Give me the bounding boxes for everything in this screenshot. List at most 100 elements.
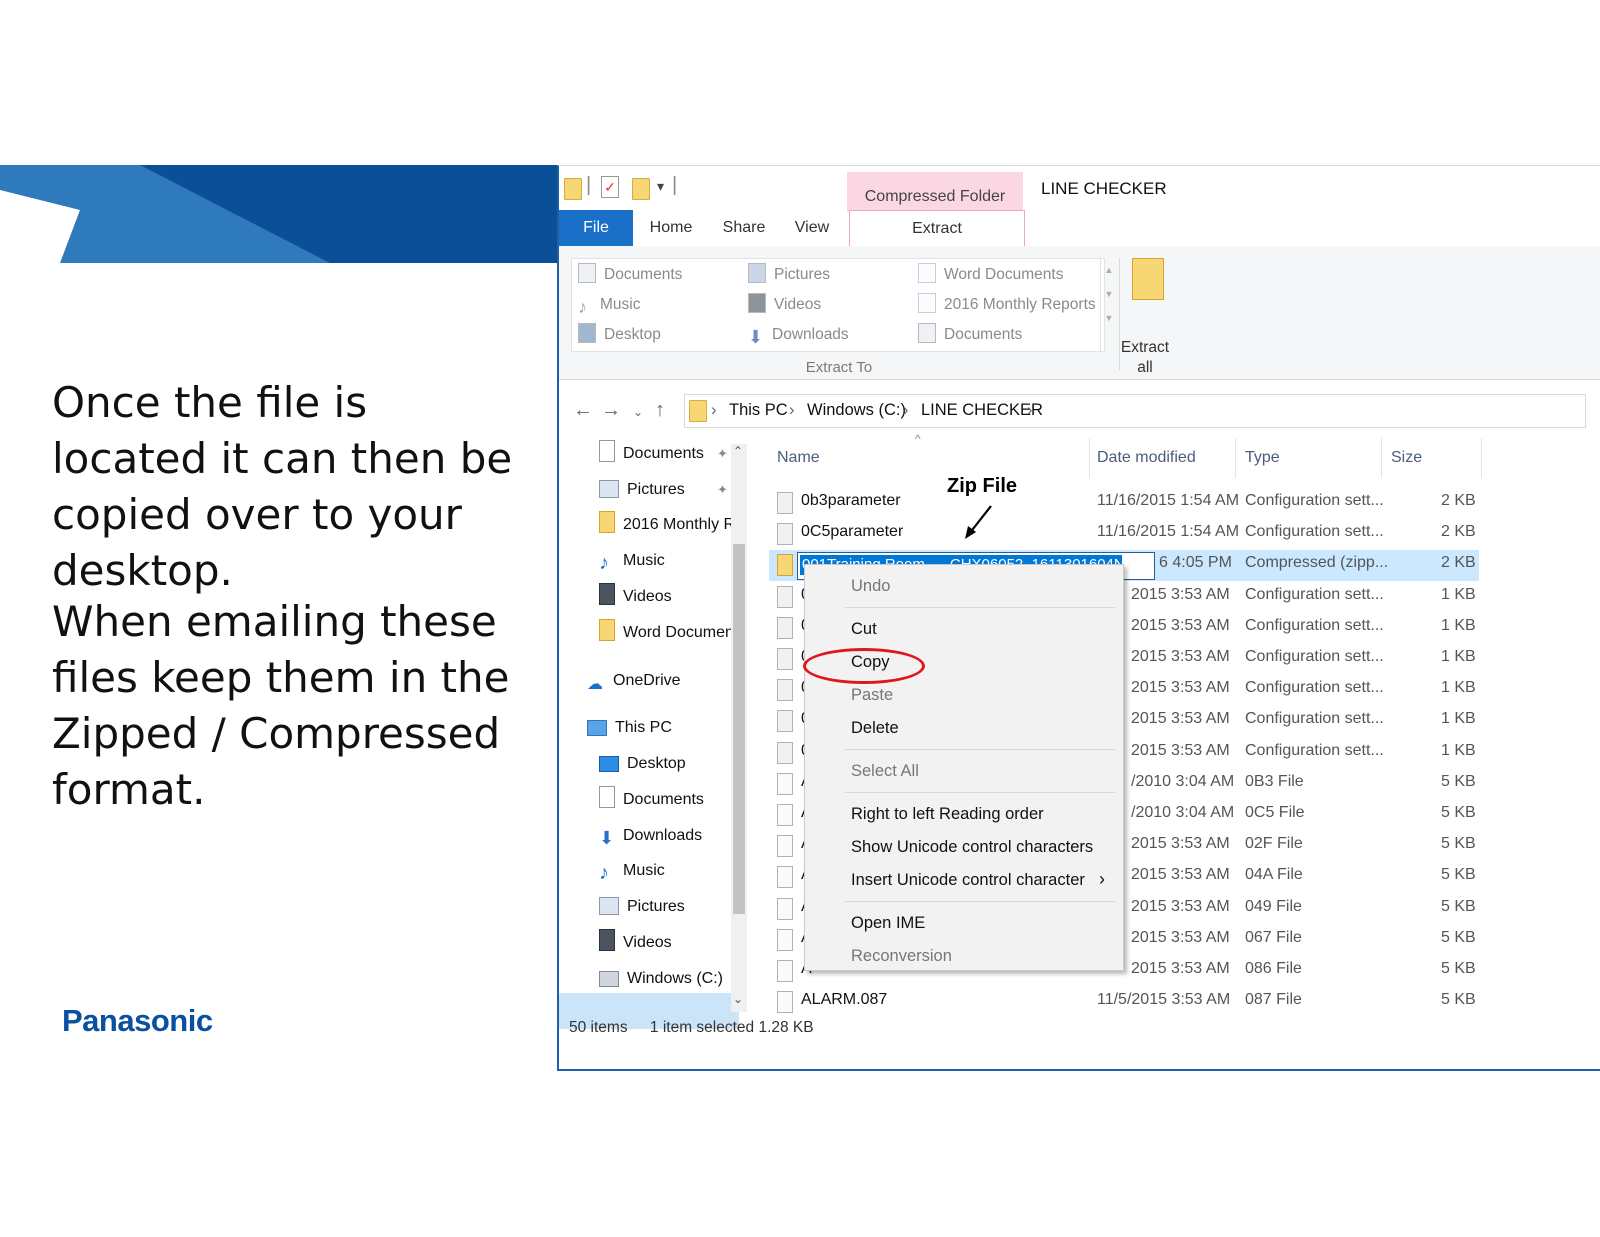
- extract-all-button[interactable]: Extract all: [1115, 338, 1175, 378]
- nav-item-music-pc[interactable]: ♪ Music: [599, 855, 729, 887]
- extract-to-documents[interactable]: Documents: [578, 261, 682, 289]
- file-type: Compressed (zipp...: [1245, 554, 1389, 572]
- context-menu: Undo Cut Copy Paste Delete Select All Ri…: [804, 564, 1124, 971]
- zip-folder-icon[interactable]: [1132, 258, 1164, 300]
- pictures-icon: [599, 897, 619, 915]
- menu-separator: [845, 792, 1115, 793]
- folder-icon[interactable]: [564, 178, 582, 200]
- nav-item-2016-monthly-reports[interactable]: 2016 Monthly Re: [599, 509, 731, 541]
- tab-home[interactable]: Home: [633, 210, 709, 246]
- file-icon: [777, 679, 793, 702]
- breadcrumb-line-checker[interactable]: LINE CHECKER: [921, 401, 1043, 420]
- nav-item-this-pc[interactable]: This PC: [587, 712, 727, 744]
- file-name: ALARM.087: [801, 991, 888, 1009]
- file-type: Configuration sett...: [1245, 679, 1384, 697]
- address-box[interactable]: › This PC › Windows (C:) › LINE CHECKER …: [684, 394, 1586, 428]
- tab-file[interactable]: File: [559, 210, 633, 246]
- file-date: 6 4:05 PM: [1159, 554, 1232, 572]
- forward-arrow-icon[interactable]: →: [601, 399, 621, 422]
- file-type: 067 File: [1245, 928, 1302, 946]
- scroll-down-icon[interactable]: ▼: [1101, 289, 1117, 299]
- extract-to-downloads[interactable]: ⬇ Downloads: [748, 321, 849, 349]
- videos-icon: [599, 583, 615, 605]
- menu-item-undo[interactable]: Undo: [851, 577, 890, 596]
- file-size: 5 KB: [1441, 804, 1475, 821]
- menu-item-insert-unicode[interactable]: Insert Unicode control character: [851, 871, 1085, 890]
- file-type: Configuration sett...: [1245, 741, 1384, 759]
- nav-item-videos-pc[interactable]: Videos: [599, 927, 729, 959]
- nav-item-pictures[interactable]: Pictures ✦: [599, 474, 729, 506]
- extract-to-videos[interactable]: Videos: [748, 291, 821, 319]
- column-header-size[interactable]: Size: [1391, 449, 1422, 467]
- table-row[interactable]: ALARM.087 11/5/2015 3:53 AM 087 File 5 KB: [769, 987, 1479, 1018]
- folder-icon: [689, 400, 707, 422]
- menu-item-show-unicode[interactable]: Show Unicode control characters: [851, 838, 1093, 857]
- nav-item-documents[interactable]: Documents ✦: [599, 438, 729, 470]
- menu-item-paste[interactable]: Paste: [851, 686, 893, 705]
- nav-item-onedrive[interactable]: ☁ OneDrive: [587, 665, 727, 697]
- monitor-icon: [587, 720, 607, 736]
- scroll-up-icon[interactable]: ▲: [1101, 265, 1117, 275]
- file-date: 2015 3:53 AM: [1131, 616, 1230, 634]
- nav-item-desktop[interactable]: Desktop: [599, 748, 729, 780]
- nav-scrollbar-thumb[interactable]: [733, 544, 745, 914]
- column-header-type[interactable]: Type: [1245, 449, 1280, 467]
- toolbar-divider: |: [586, 174, 592, 196]
- extract-to-pictures[interactable]: Pictures: [748, 261, 830, 289]
- scroll-down-icon[interactable]: ⌄: [733, 992, 743, 1006]
- nav-item-word-documents[interactable]: Word Document: [599, 617, 731, 649]
- tab-extract[interactable]: Extract: [849, 210, 1025, 248]
- up-arrow-icon[interactable]: ↑: [655, 399, 665, 422]
- file-type: 087 File: [1245, 991, 1302, 1009]
- file-size: 1 KB: [1441, 585, 1475, 603]
- panasonic-logo: Panasonic: [62, 1003, 213, 1038]
- annotation-arrow-icon: [965, 505, 992, 539]
- file-type: Configuration sett...: [1245, 523, 1384, 541]
- extract-to-word-documents[interactable]: Word Documents: [918, 261, 1063, 289]
- extract-to-2016-monthly-reports[interactable]: 2016 Monthly Reports: [918, 291, 1096, 319]
- breadcrumb-this-pc[interactable]: This PC: [729, 401, 788, 420]
- nav-item-pictures-pc[interactable]: Pictures: [599, 891, 729, 923]
- back-arrow-icon[interactable]: ←: [573, 399, 593, 422]
- column-header-name[interactable]: Name: [777, 449, 820, 467]
- properties-check-icon[interactable]: ✓: [601, 176, 619, 198]
- file-size: 2 KB: [1441, 492, 1475, 509]
- tab-view[interactable]: View: [779, 210, 845, 246]
- nav-item-windows-c[interactable]: Windows (C:): [599, 963, 729, 995]
- customize-dropdown-icon[interactable]: ▾: [657, 178, 664, 195]
- new-folder-icon[interactable]: [632, 178, 650, 200]
- file-icon: [777, 897, 793, 920]
- toolbar-divider: |: [672, 174, 678, 196]
- cloud-icon: ☁: [587, 676, 603, 693]
- ribbon-extract-panel: Documents ♪ Music Desktop Pictures Videos…: [559, 246, 1600, 380]
- pin-icon[interactable]: ✦: [717, 438, 728, 470]
- menu-item-reconversion[interactable]: Reconversion: [851, 947, 952, 966]
- menu-item-rtl-reading-order[interactable]: Right to left Reading order: [851, 805, 1044, 824]
- extract-to-documents-2[interactable]: Documents: [918, 321, 1022, 349]
- nav-item-documents-pc[interactable]: Documents: [599, 784, 729, 816]
- file-icon: [777, 741, 793, 764]
- nav-item-downloads[interactable]: ⬇ Downloads: [599, 820, 729, 852]
- menu-item-cut[interactable]: Cut: [851, 620, 877, 639]
- gallery-expand-icon[interactable]: ▼: [1101, 313, 1117, 323]
- menu-item-select-all[interactable]: Select All: [851, 762, 919, 781]
- nav-item-music[interactable]: ♪ Music: [599, 545, 729, 577]
- menu-item-delete[interactable]: Delete: [851, 719, 899, 738]
- file-icon: [777, 960, 793, 982]
- zip-file-icon: [777, 554, 793, 577]
- recent-locations-chevron-icon[interactable]: ⌄: [633, 405, 643, 419]
- extract-to-desktop[interactable]: Desktop: [578, 321, 661, 349]
- tab-share[interactable]: Share: [709, 210, 779, 246]
- table-row[interactable]: 0b3parameter 11/16/2015 1:54 AM Configurat…: [769, 488, 1479, 519]
- desktop-icon: [599, 756, 619, 772]
- breadcrumb-windows-c[interactable]: Windows (C:): [807, 401, 906, 420]
- nav-item-videos[interactable]: Videos: [599, 581, 729, 613]
- table-row[interactable]: 0C5parameter 11/16/2015 1:54 AM Configurat…: [769, 519, 1479, 550]
- pin-icon[interactable]: ✦: [717, 474, 728, 506]
- scroll-up-icon[interactable]: ⌃: [733, 444, 743, 458]
- extract-to-music[interactable]: ♪ Music: [578, 291, 640, 319]
- menu-item-open-ime[interactable]: Open IME: [851, 914, 925, 933]
- music-note-icon: ♪: [578, 297, 587, 317]
- column-header-date[interactable]: Date modified: [1097, 449, 1196, 467]
- folder-icon: [599, 619, 615, 641]
